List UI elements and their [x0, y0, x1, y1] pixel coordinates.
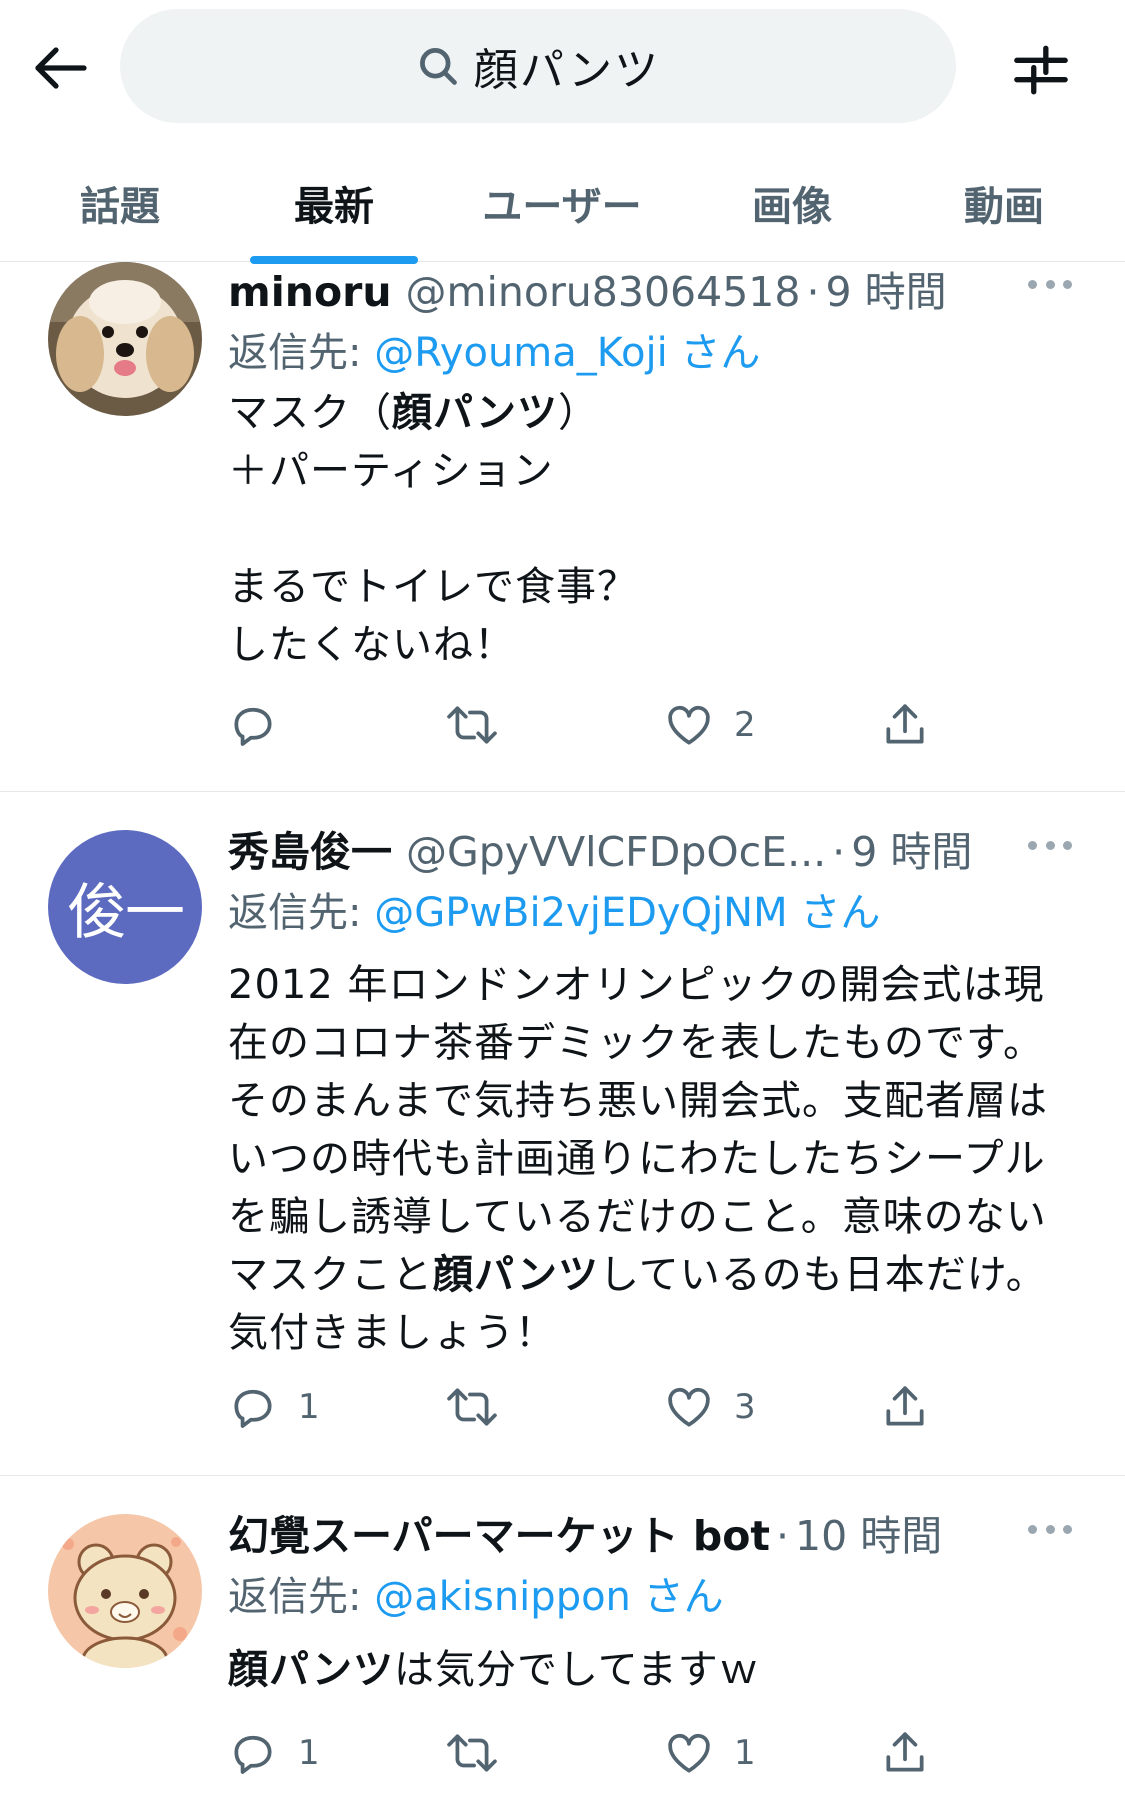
- avatar[interactable]: 俊一: [48, 830, 202, 984]
- tweet-time[interactable]: 10 時間: [795, 1502, 942, 1562]
- tab-top[interactable]: 話題: [40, 150, 200, 262]
- search-header: 顔パンツ 話題 最新 ユーザー 画像 動画: [0, 0, 1125, 264]
- heart-icon: [668, 1387, 710, 1427]
- tweet-text: マスク（顔パンツ） ＋パーティション まるでトイレで食事？ したくないね！: [228, 384, 1078, 674]
- author-handle[interactable]: @minoru83064518: [406, 268, 801, 316]
- tweet-line: 顔パンツは気分でしてますｗ: [228, 1647, 760, 1693]
- sliders-icon: [1014, 45, 1068, 95]
- tweet-line: [228, 500, 1078, 558]
- author-handle[interactable]: @GpyVVlCFDpOcE...: [406, 828, 826, 876]
- retweet-button[interactable]: [444, 1723, 520, 1783]
- share-icon: [886, 1386, 924, 1426]
- tweet-line: マスク（顔パンツ）: [228, 390, 599, 436]
- active-tab-indicator: [250, 256, 418, 264]
- more-options-icon[interactable]: [1028, 835, 1072, 855]
- reply-to-mention[interactable]: @Ryouma_Koji さん: [374, 330, 760, 376]
- separator-dot: ·: [775, 1512, 790, 1560]
- tweet-actions: 2: [228, 695, 1088, 755]
- reply-count: 1: [298, 1733, 320, 1773]
- search-icon: [419, 48, 457, 85]
- tweet-line: を騙し誘導しているだけのこと。意味のない: [228, 1194, 1047, 1240]
- tweet-line: 在のコロナ茶番デミックを表したものです。: [228, 1020, 1044, 1066]
- like-button[interactable]: 1: [664, 1723, 756, 1783]
- tweet-header: 秀島俊一 @GpyVVlCFDpOcE... · 9 時間: [228, 818, 972, 878]
- reply-icon: [234, 1735, 272, 1774]
- tab-latest[interactable]: 最新: [254, 150, 414, 262]
- search-tabs: 話題 最新 ユーザー 画像 動画: [0, 150, 1125, 264]
- share-icon: [886, 1732, 924, 1772]
- share-icon: [886, 704, 924, 744]
- reply-button[interactable]: 1: [228, 1723, 320, 1783]
- tweet-actions: 1 1: [228, 1723, 1088, 1783]
- more-options-icon[interactable]: [1028, 1519, 1072, 1539]
- reply-to-line: 返信先: @akisnippon さん: [228, 1564, 724, 1622]
- reply-to-label: 返信先:: [228, 330, 375, 376]
- tweet[interactable]: minoru @minoru83064518 · 9 時間 返信先: @Ryou…: [0, 200, 1125, 792]
- tweet-time[interactable]: 9 時間: [826, 258, 947, 318]
- retweet-icon: [447, 706, 497, 744]
- tweet-header: 幻覺スーパーマーケット bot · 10 時間: [228, 1502, 942, 1562]
- tweet-line: そのまんまで気持ち悪い開会式。支配者層は: [228, 1078, 1048, 1124]
- tweet-line: 気付きましょう！: [228, 1310, 556, 1356]
- tweet-line: ＋パーティション: [228, 448, 554, 494]
- share-button[interactable]: [880, 1377, 930, 1437]
- retweet-button[interactable]: [444, 1377, 520, 1437]
- like-count: 1: [734, 1733, 756, 1773]
- reply-to-label: 返信先:: [228, 890, 375, 936]
- tweet-line: マスクこと顔パンツしているのも日本だけ。: [228, 1252, 1047, 1298]
- retweet-icon: [447, 1388, 497, 1426]
- avatar[interactable]: [48, 1514, 202, 1668]
- tweet-feed: minoru @minoru83064518 · 9 時間 返信先: @Ryou…: [0, 0, 1125, 1820]
- tweet-text: 顔パンツは気分でしてますｗ: [228, 1641, 1078, 1699]
- reply-to-mention[interactable]: @akisnippon さん: [374, 1574, 723, 1620]
- reply-icon: [234, 1389, 272, 1428]
- separator-dot: ·: [806, 268, 820, 316]
- heart-icon: [668, 1733, 710, 1773]
- back-button[interactable]: [28, 36, 92, 100]
- author-name[interactable]: 秀島俊一: [228, 818, 392, 878]
- tab-photos[interactable]: 画像: [712, 150, 872, 262]
- heart-icon: [668, 705, 710, 745]
- arrow-left-icon: [35, 47, 87, 89]
- tab-people[interactable]: ユーザー: [462, 150, 662, 262]
- tab-videos[interactable]: 動画: [924, 150, 1084, 262]
- tweet[interactable]: 俊一 秀島俊一 @GpyVVlCFDpOcE... · 9 時間 返信先: @G…: [0, 792, 1125, 1476]
- tweet-time[interactable]: 9 時間: [851, 818, 972, 878]
- search-settings-button[interactable]: [1005, 34, 1077, 106]
- avatar[interactable]: [48, 262, 202, 416]
- share-button[interactable]: [880, 1723, 930, 1783]
- more-options-icon[interactable]: [1028, 274, 1072, 294]
- search-input[interactable]: 顔パンツ: [120, 9, 956, 123]
- search-query: 顔パンツ: [473, 45, 661, 96]
- reply-to-line: 返信先: @Ryouma_Koji さん: [228, 320, 760, 378]
- tweet-line: まるでトイレで食事？: [228, 564, 638, 610]
- like-count: 3: [734, 1387, 756, 1427]
- tweet-header: minoru @minoru83064518 · 9 時間: [228, 258, 947, 318]
- tweet[interactable]: 幻覺スーパーマーケット bot · 10 時間 返信先: @akisnippon…: [0, 1476, 1125, 1820]
- reply-to-mention[interactable]: @GPwBi2vjEDyQjNM さん: [374, 890, 880, 936]
- tweet-line: いつの時代も計画通りにわたしたちシープル: [228, 1136, 1046, 1182]
- share-button[interactable]: [880, 695, 930, 755]
- reply-to-label: 返信先:: [228, 1574, 375, 1620]
- tweet-line: 2012 年ロンドンオリンピックの開会式は現: [228, 962, 1045, 1008]
- avatar-initials: 俊一: [67, 877, 185, 948]
- like-button[interactable]: 3: [664, 1377, 756, 1437]
- retweet-icon: [447, 1734, 497, 1772]
- dog-avatar-image: [48, 262, 202, 416]
- tweet-actions: 1 3: [228, 1377, 1088, 1437]
- bear-avatar-image: [48, 1514, 202, 1668]
- reply-button[interactable]: 1: [228, 1377, 320, 1437]
- like-count: 2: [734, 705, 756, 745]
- reply-count: 1: [298, 1387, 320, 1427]
- reply-button[interactable]: [228, 695, 298, 755]
- author-name[interactable]: 幻覺スーパーマーケット bot: [228, 1502, 770, 1562]
- author-name[interactable]: minoru: [228, 268, 392, 316]
- separator-dot: ·: [832, 828, 846, 876]
- tweet-text: 2012 年ロンドンオリンピックの開会式は現 在のコロナ茶番デミックを表したもの…: [228, 956, 1078, 1362]
- reply-to-line: 返信先: @GPwBi2vjEDyQjNM さん: [228, 880, 880, 938]
- reply-icon: [234, 707, 272, 746]
- tweet-line: したくないね！: [228, 622, 515, 668]
- like-button[interactable]: 2: [664, 695, 756, 755]
- retweet-button[interactable]: [444, 695, 520, 755]
